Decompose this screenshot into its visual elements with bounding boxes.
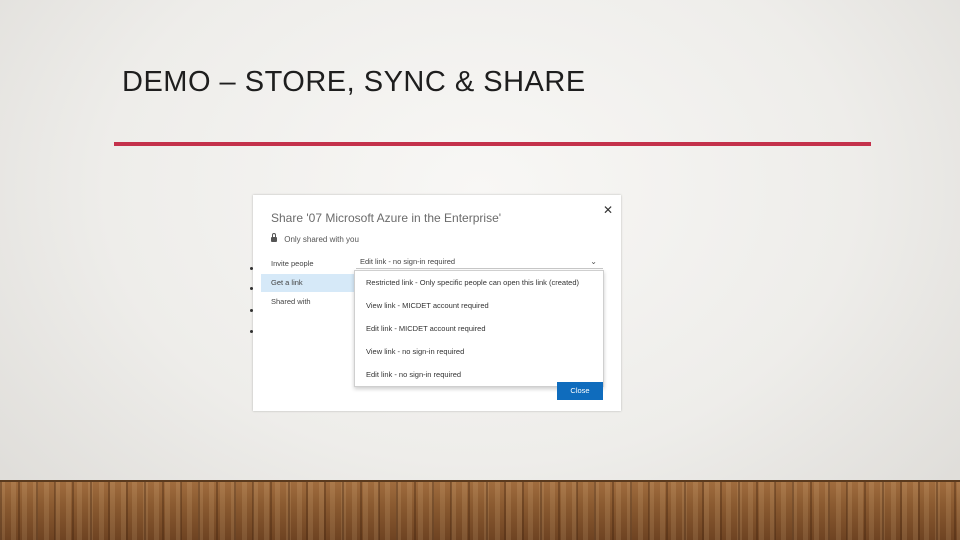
nav-item-shared-with[interactable]: Shared with bbox=[261, 293, 363, 311]
link-type-selected: Edit link - no sign-in required bbox=[360, 257, 456, 266]
close-icon[interactable]: ✕ bbox=[603, 203, 613, 217]
dialog-title: Share '07 Microsoft Azure in the Enterpr… bbox=[271, 211, 502, 225]
share-dialog: Share '07 Microsoft Azure in the Enterpr… bbox=[253, 195, 621, 411]
sharing-scope: Only shared with you bbox=[271, 233, 359, 244]
lock-icon bbox=[271, 233, 277, 242]
sharing-scope-text: Only shared with you bbox=[284, 235, 359, 244]
slide-title: DEMO – STORE, SYNC & SHARE bbox=[122, 66, 586, 98]
link-type-dropdown[interactable]: Edit link - no sign-in required ⌄ bbox=[356, 254, 603, 269]
option-edit-link-account[interactable]: Edit link - MICDET account required bbox=[355, 317, 603, 340]
link-type-options: Restricted link - Only specific people c… bbox=[354, 270, 604, 387]
chevron-down-icon: ⌄ bbox=[590, 257, 597, 266]
close-button[interactable]: Close bbox=[557, 382, 603, 400]
wood-floor bbox=[0, 482, 960, 540]
option-restricted-link[interactable]: Restricted link - Only specific people c… bbox=[355, 271, 603, 294]
share-nav: Invite people Get a link Shared with bbox=[261, 255, 363, 312]
option-view-link-no-signin[interactable]: View link - no sign-in required bbox=[355, 340, 603, 363]
nav-item-invite-people[interactable]: Invite people bbox=[261, 255, 363, 273]
nav-item-get-a-link[interactable]: Get a link bbox=[261, 274, 363, 292]
option-view-link-account[interactable]: View link - MICDET account required bbox=[355, 294, 603, 317]
title-divider bbox=[114, 142, 871, 146]
